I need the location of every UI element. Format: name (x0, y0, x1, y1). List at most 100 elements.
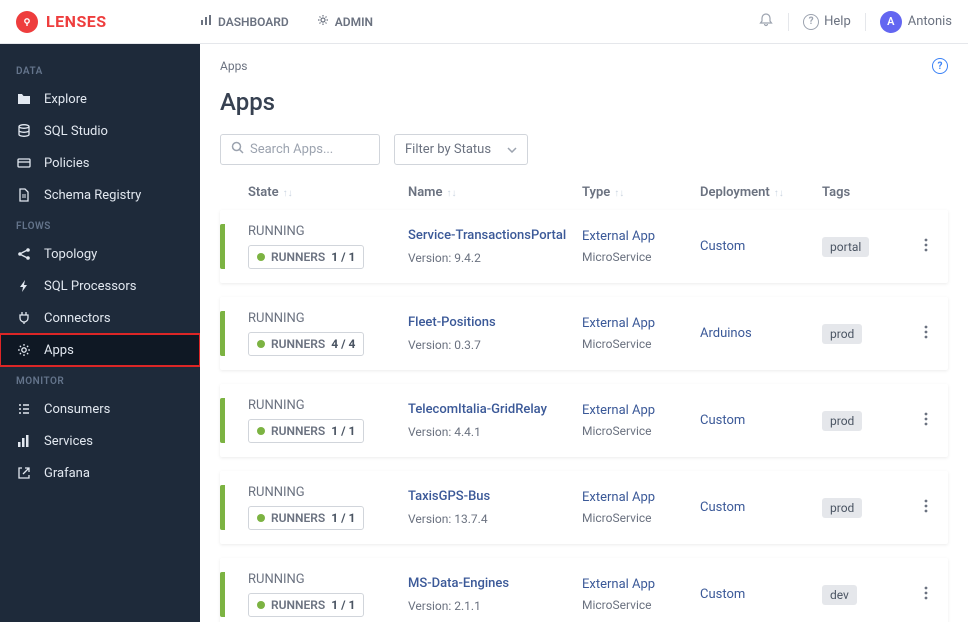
sidebar-item-label: Schema Registry (44, 188, 141, 203)
table-row: RUNNING RUNNERS 4 / 4 Fleet-Positions Ve… (220, 297, 948, 370)
type-link[interactable]: External App (582, 316, 700, 331)
nav-dashboard[interactable]: DASHBOARD (200, 14, 289, 29)
col-header-name[interactable]: Name↑↓ (408, 185, 582, 200)
app-name-link[interactable]: TelecomItalia-GridRelay (408, 402, 582, 419)
row-status-accent (220, 485, 225, 530)
list-icon (16, 401, 32, 417)
tag-badge: prod (822, 324, 862, 344)
sidebar-item-label: Policies (44, 156, 89, 171)
runners-label: RUNNERS (271, 424, 325, 438)
app-name-link[interactable]: TaxisGPS-Bus (408, 489, 582, 506)
sidebar-item-policies[interactable]: Policies (0, 147, 200, 179)
sidebar-item-label: Grafana (44, 466, 90, 481)
topbar-right: ? Help A Antonis (758, 11, 952, 33)
content-area: Apps ? Apps Search Apps... Filter by Sta… (200, 44, 968, 622)
bars-icon (16, 433, 32, 449)
external-icon (16, 465, 32, 481)
deployment-link[interactable]: Custom (700, 239, 822, 254)
tag-badge: prod (822, 411, 862, 431)
sidebar-item-services[interactable]: Services (0, 425, 200, 457)
sidebar-item-consumers[interactable]: Consumers (0, 393, 200, 425)
bar-chart-icon (200, 14, 212, 29)
cell-state: RUNNING RUNNERS 1 / 1 (248, 224, 408, 269)
state-text: RUNNING (248, 485, 408, 500)
runners-count: 4 / 4 (331, 337, 355, 351)
sidebar-item-label: Explore (44, 92, 87, 107)
sidebar-section-title: DATA (0, 56, 200, 83)
cell-tags: prod (822, 411, 900, 431)
row-actions-menu[interactable] (920, 234, 932, 260)
status-dot-icon (257, 427, 265, 435)
runners-label: RUNNERS (271, 511, 325, 525)
page-help-icon[interactable]: ? (932, 58, 948, 74)
card-icon (16, 155, 32, 171)
state-text: RUNNING (248, 398, 408, 413)
col-header-deployment[interactable]: Deployment↑↓ (700, 185, 822, 200)
runners-badge: RUNNERS 1 / 1 (248, 419, 364, 443)
row-actions-menu[interactable] (920, 321, 932, 347)
sidebar-item-explore[interactable]: Explore (0, 83, 200, 115)
cell-state: RUNNING RUNNERS 4 / 4 (248, 311, 408, 356)
app-version: Version: 13.7.4 (408, 512, 582, 526)
row-actions-menu[interactable] (920, 582, 932, 608)
type-subtype: MicroService (582, 250, 700, 264)
cell-type: External App MicroService (582, 403, 700, 438)
brand-name: LENSES (46, 12, 107, 31)
status-filter-dropdown[interactable]: Filter by Status (394, 134, 528, 165)
col-header-state[interactable]: State↑↓ (248, 185, 408, 200)
search-input[interactable]: Search Apps... (220, 134, 380, 165)
row-actions-menu[interactable] (920, 495, 932, 521)
breadcrumb-row: Apps ? (220, 58, 948, 74)
deployment-link[interactable]: Custom (700, 500, 822, 515)
cell-state: RUNNING RUNNERS 1 / 1 (248, 398, 408, 443)
user-menu[interactable]: A Antonis (880, 11, 952, 33)
runners-count: 1 / 1 (331, 424, 355, 438)
type-link[interactable]: External App (582, 403, 700, 418)
sidebar-item-sql-studio[interactable]: SQL Studio (0, 115, 200, 147)
cell-deployment: Custom (700, 587, 822, 602)
cell-deployment: Custom (700, 413, 822, 428)
col-header-type[interactable]: Type↑↓ (582, 185, 700, 200)
status-dot-icon (257, 340, 265, 348)
help-label: Help (824, 14, 851, 29)
sidebar-item-schema-registry[interactable]: Schema Registry (0, 179, 200, 211)
deployment-link[interactable]: Custom (700, 587, 822, 602)
app-version: Version: 2.1.1 (408, 599, 582, 613)
type-subtype: MicroService (582, 424, 700, 438)
deployment-link[interactable]: Arduinos (700, 326, 822, 341)
cell-tags: dev (822, 585, 900, 605)
folder-icon (16, 91, 32, 107)
type-link[interactable]: External App (582, 229, 700, 244)
sidebar-item-apps[interactable]: Apps (0, 334, 200, 366)
nav-dashboard-label: DASHBOARD (218, 15, 289, 29)
bell-icon[interactable] (758, 12, 774, 32)
sidebar-item-connectors[interactable]: Connectors (0, 302, 200, 334)
state-text: RUNNING (248, 224, 408, 239)
cell-tags: portal (822, 237, 900, 257)
sort-icon: ↑↓ (446, 188, 456, 199)
type-link[interactable]: External App (582, 490, 700, 505)
row-status-accent (220, 572, 225, 617)
cell-name: Fleet-Positions Version: 0.3.7 (408, 315, 582, 352)
help-link[interactable]: ? Help (803, 14, 851, 30)
sidebar-item-sql-processors[interactable]: SQL Processors (0, 270, 200, 302)
tag-badge: portal (822, 237, 869, 257)
brand-logo[interactable]: LENSES (16, 11, 200, 33)
row-actions-menu[interactable] (920, 408, 932, 434)
app-name-link[interactable]: Fleet-Positions (408, 315, 582, 332)
type-link[interactable]: External App (582, 577, 700, 592)
app-name-link[interactable]: Service-TransactionsPortal (408, 228, 582, 245)
runners-count: 1 / 1 (331, 250, 355, 264)
bolt-icon (16, 278, 32, 294)
document-icon (16, 187, 32, 203)
tag-badge: prod (822, 498, 862, 518)
sidebar-item-topology[interactable]: Topology (0, 238, 200, 270)
deployment-link[interactable]: Custom (700, 413, 822, 428)
nav-admin[interactable]: ADMIN (317, 14, 373, 29)
runners-label: RUNNERS (271, 337, 325, 351)
cell-name: MS-Data-Engines Version: 2.1.1 (408, 576, 582, 613)
cell-deployment: Custom (700, 239, 822, 254)
sidebar-item-grafana[interactable]: Grafana (0, 457, 200, 489)
app-name-link[interactable]: MS-Data-Engines (408, 576, 582, 593)
runners-badge: RUNNERS 4 / 4 (248, 332, 364, 356)
